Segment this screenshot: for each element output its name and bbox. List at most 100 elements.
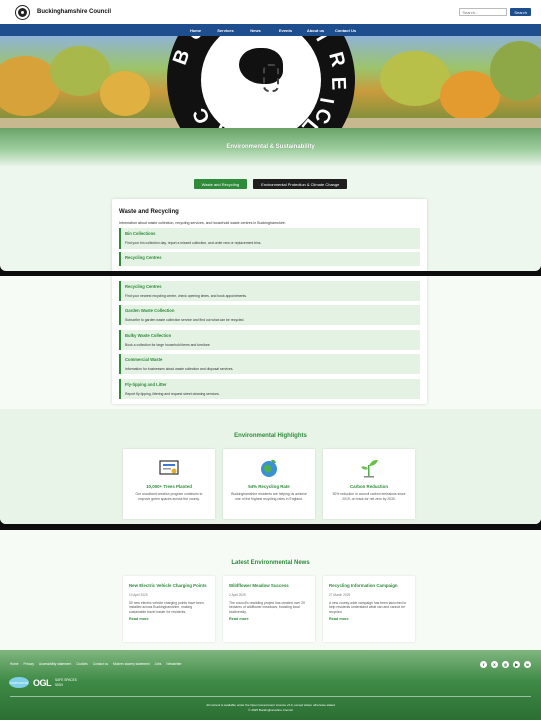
waste-panel-continued: Recycling Centres Find your nearest recy… [112,276,427,404]
footer-link-newsletter[interactable]: Newsletter [166,662,181,666]
service-item-bin-collections[interactable]: Bin Collections Find your bin collection… [119,228,420,249]
nav-events[interactable]: Events [271,28,301,33]
youtube-icon[interactable]: ▶ [513,661,520,668]
footer-link-jobs[interactable]: Jobs [155,662,162,666]
news-date: 27 March 2025 [329,592,351,597]
hero-tree [490,41,541,101]
chain-icon [263,64,279,92]
service-item-title[interactable]: Recycling Centres [125,255,416,260]
waste-intro: Information about waste collection, recy… [119,221,286,225]
highlight-card: 10,000+ Trees Planted Our woodland creat… [123,449,215,519]
footer-link-home[interactable]: Home [10,662,19,666]
highlight-title: 54% Recycling Rate [248,484,290,489]
service-item-commercial-waste[interactable]: Commercial Waste Information for busines… [119,354,420,374]
hero-tree [100,71,150,116]
ogl-logo: OGL [33,677,52,688]
tree-certificate-icon [123,453,215,483]
service-item-recycling-centres[interactable]: Recycling Centres [119,252,420,266]
seal-letter: U [183,36,210,45]
globe-recycle-icon [223,453,315,483]
seal-center [201,36,321,128]
page-title-band: Environmental & Sustainability [0,128,541,166]
nav-news[interactable]: News [241,28,271,33]
search-button[interactable]: Search [510,8,531,16]
service-item-desc: Report fly-tipping, littering and reques… [125,391,220,396]
tab-waste-and-recycling[interactable]: Waste and Recycling [193,179,248,189]
seal-letter: B [168,46,195,68]
site-footer: Home Privacy Accessibility statement Coo… [0,650,541,720]
service-item-desc: Find your nearest recycling centre, chec… [125,293,247,298]
seal-letter: E [326,76,350,91]
read-more-link[interactable]: Read more [329,617,409,621]
screenshot-part-news: Latest Environmental News New Electric V… [0,530,541,720]
news-summary: A new county-wide campaign has been laun… [329,600,407,614]
service-item-title[interactable]: Fly-tipping and Litter [125,382,416,387]
search-input[interactable] [459,8,508,16]
instagram-icon[interactable]: ◎ [502,661,509,668]
section-tabs: Waste and Recycling Environmental Protec… [0,179,541,189]
news-title[interactable]: New Electric Vehicle Charging Points [129,583,209,589]
footer-link-cookies[interactable]: Cookies [76,662,88,666]
nav-contact-us[interactable]: Contact Us [331,28,361,33]
site-name[interactable]: Buckinghamshire Council [37,9,111,15]
safe-spaces-line: SIGN [55,682,63,687]
service-item-title[interactable]: Commercial Waste [125,357,416,362]
tab-environmental-protection[interactable]: Environmental Protection & Climate Chang… [253,179,348,189]
highlights-cards: 10,000+ Trees Planted Our woodland creat… [123,449,415,519]
seal-letter: R [324,49,350,70]
news-summary: The council's rewilding project has crea… [229,600,306,614]
service-item-title[interactable]: Recycling Centres [125,284,416,289]
nav-home[interactable]: Home [181,28,211,33]
page-title: Environmental & Sustainability [226,144,315,150]
news-summary: 50 new electric vehicle charging points … [129,600,204,614]
social-links: f X ◎ ▶ in [480,661,531,668]
highlights-section: Environmental Highlights 10,000+ Trees P… [0,409,541,524]
service-item-desc: Subscribe to garden waste collection ser… [125,318,245,322]
service-item-fly-tipping[interactable]: Fly-tipping and Litter Report fly-tippin… [119,378,420,399]
council-logo-icon[interactable] [16,5,29,19]
facebook-icon[interactable]: f [480,661,487,668]
copyright-text: © 2025 Buckinghamshire Council [248,708,293,712]
read-more-link[interactable]: Read more [129,617,209,621]
footer-link-privacy[interactable]: Privacy [24,662,34,666]
linkedin-icon[interactable]: in [524,661,531,668]
sprout-icon [323,453,415,483]
service-item-bulky-waste[interactable]: Bulky Waste Collection Book a collection… [119,329,420,350]
highlight-title: 10,000+ Trees Planted [146,484,192,489]
safe-spaces-line: SAFE SPACES [55,678,77,683]
service-item-desc: Find your bin collection day, report a m… [125,241,262,245]
council-seal-icon: B U C I R E C O C I L [167,36,355,128]
news-section-title: Latest Environmental News [231,560,310,566]
news-card: Wildflower Meadow Success 2 April 2025 T… [223,576,315,642]
news-title[interactable]: Wildflower Meadow Success [229,583,309,589]
service-item-recycling-centres[interactable]: Recycling Centres Find your nearest recy… [119,280,420,301]
licence-text: All content is available under the Open … [206,703,335,707]
highlight-card: Carbon Reduction 30% reduction in counci… [323,449,415,519]
highlight-desc: 30% reduction in council carbon emission… [332,492,406,501]
x-twitter-icon[interactable]: X [491,661,498,668]
footer-links: Home Privacy Accessibility statement Coo… [10,662,181,666]
waste-panel: Waste and Recycling Information about wa… [112,199,427,271]
service-item-garden-waste[interactable]: Garden Waste Collection Subscribe to gar… [119,305,420,325]
screenshot-part-header: Buckinghamshire Council Search Home Serv… [0,0,541,271]
hero-image: B U C I R E C O C I L [0,36,541,128]
nav-about-us[interactable]: About us [301,28,331,33]
news-title[interactable]: Recycling Information Campaign [329,583,409,589]
main-nav: Home Services News Events About us Conta… [0,24,541,36]
footer-link-accessibility[interactable]: Accessibility statement [39,662,71,666]
screenshot-part-services: Recycling Centres Find your nearest recy… [0,276,541,524]
news-date: 2 April 2025 [229,592,246,597]
service-item-title[interactable]: Bulky Waste Collection [125,333,416,338]
seal-letter: I [311,36,334,46]
news-date: 10 April 2025 [129,592,148,597]
service-item-title[interactable]: Garden Waste Collection [125,308,416,313]
highlight-title: Carbon Reduction [349,484,389,489]
nav-services[interactable]: Services [211,28,241,33]
footer-link-modern-slavery[interactable]: Modern slavery statement [113,662,150,666]
highlight-desc: Our woodland creation program continues … [135,492,203,501]
highlights-title: Environmental Highlights [234,433,307,439]
footer-logos: CORPORATE OGL SAFE SPACES SIGN [9,677,77,688]
read-more-link[interactable]: Read more [229,617,309,621]
footer-link-contact[interactable]: Contact us [93,662,108,666]
service-item-title[interactable]: Bin Collections [125,231,416,236]
